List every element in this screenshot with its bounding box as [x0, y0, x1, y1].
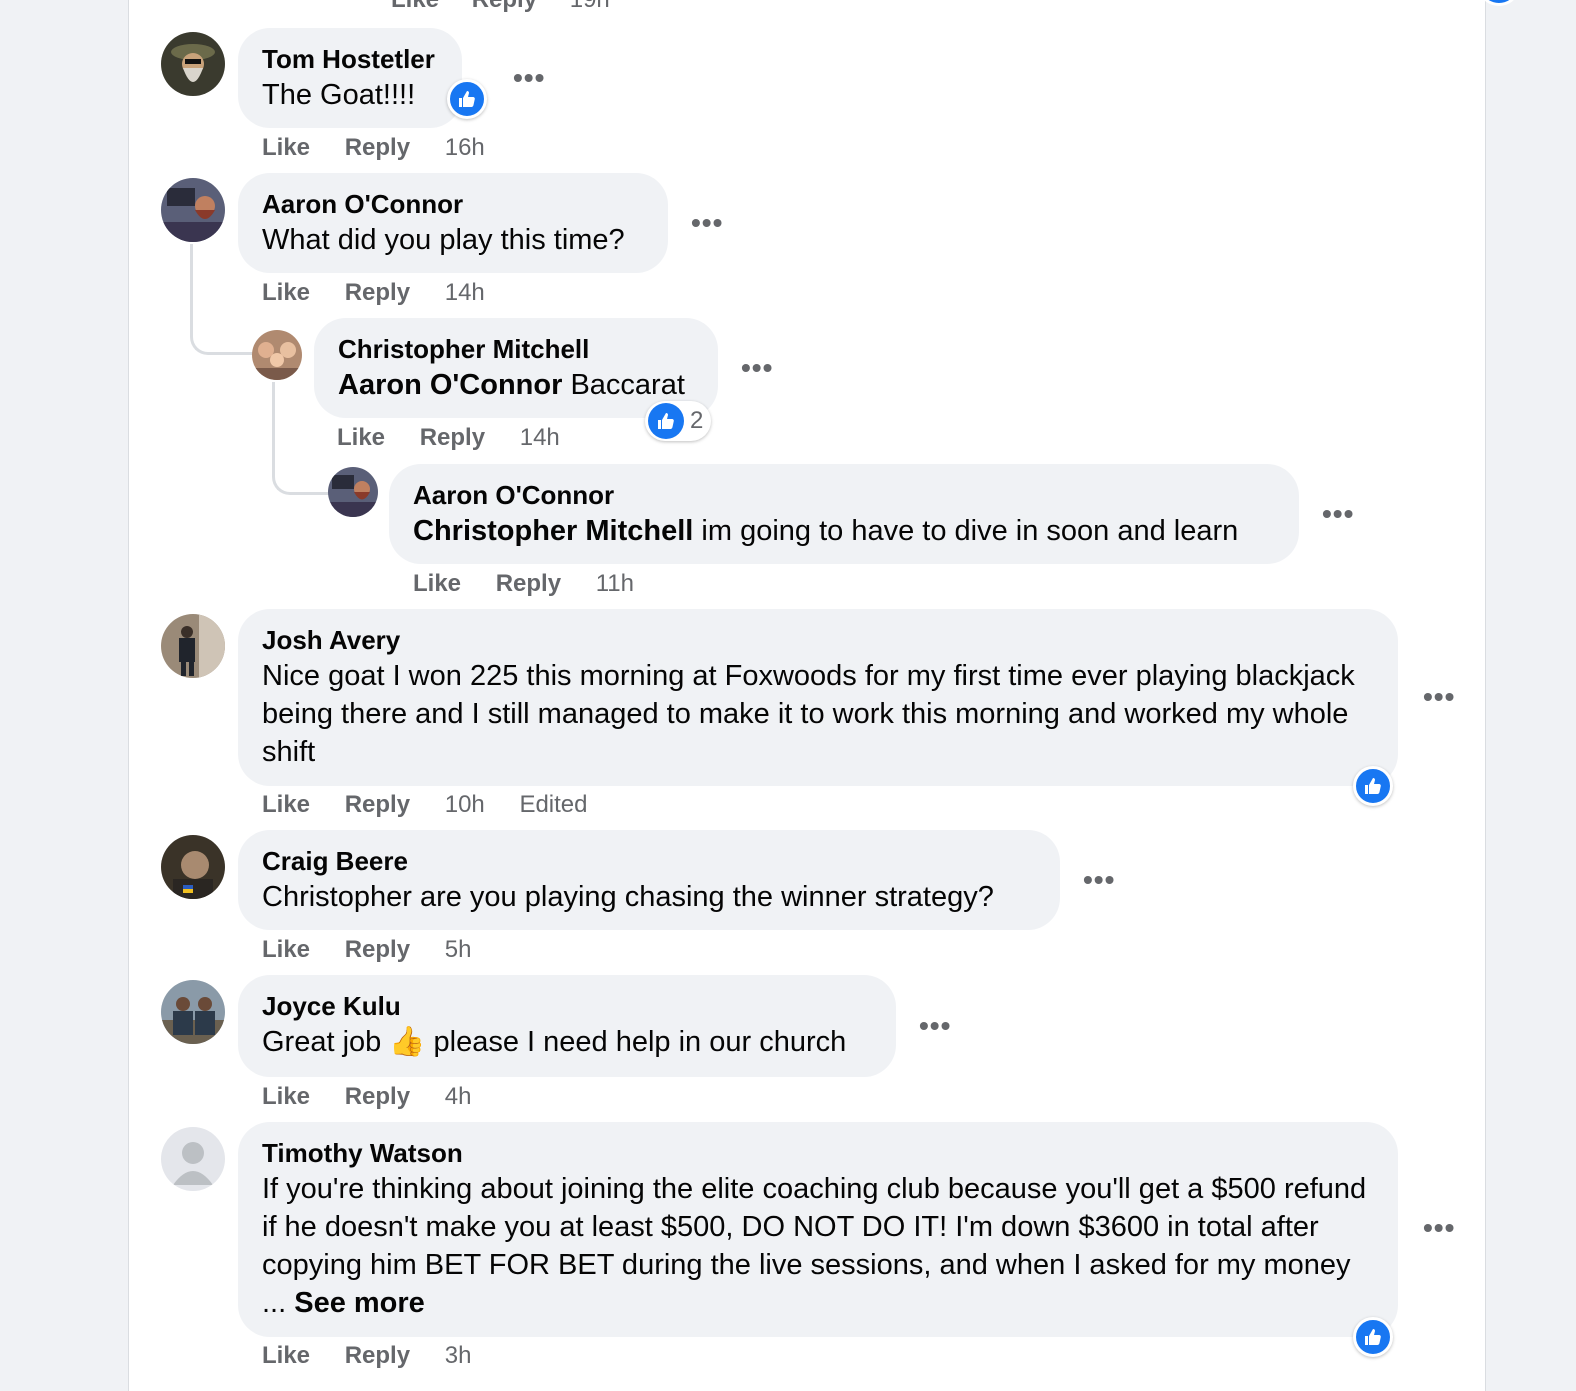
- more-options-button[interactable]: •••: [741, 352, 773, 384]
- more-options-button[interactable]: •••: [1322, 498, 1354, 530]
- more-options-button[interactable]: •••: [513, 62, 545, 94]
- mention-link[interactable]: Aaron O'Connor: [338, 369, 562, 401]
- like-link[interactable]: Like: [391, 0, 439, 13]
- timestamp: 11h: [595, 570, 634, 597]
- timestamp: 4h: [444, 1083, 472, 1110]
- like-link[interactable]: Like: [262, 936, 310, 963]
- more-options-button[interactable]: •••: [1083, 864, 1115, 896]
- reply-link[interactable]: Reply: [345, 279, 410, 306]
- timestamp: 14h: [519, 424, 560, 451]
- like-link[interactable]: Like: [262, 1342, 310, 1369]
- comment-author[interactable]: Josh Avery: [262, 623, 1374, 657]
- avatar[interactable]: [161, 178, 225, 242]
- comment-text: Nice goat I won 225 this morning at Foxw…: [262, 660, 1355, 768]
- comment-actions: Like Reply 10h Edited: [262, 791, 588, 819]
- comment-actions: Like Reply 3h: [262, 1342, 471, 1370]
- comment-text: What did you play this time?: [262, 224, 625, 256]
- reaction-count: 2: [690, 407, 704, 434]
- avatar-photo-icon: [252, 330, 302, 380]
- comment-actions: Like Reply 11h: [413, 570, 634, 598]
- comment-author[interactable]: Timothy Watson: [262, 1136, 1374, 1170]
- comment-text: Christopher are you playing chasing the …: [262, 881, 994, 913]
- like-reaction-icon[interactable]: [1481, 0, 1517, 6]
- more-options-button[interactable]: •••: [1423, 681, 1455, 713]
- reply-link[interactable]: Reply: [345, 936, 410, 963]
- comment-author[interactable]: Aaron O'Connor: [413, 478, 1275, 512]
- reply-link[interactable]: Reply: [345, 791, 410, 818]
- avatar[interactable]: [161, 835, 225, 899]
- comment-text: If you're thinking about joining the eli…: [262, 1173, 1367, 1319]
- avatar[interactable]: [252, 330, 302, 380]
- more-options-button[interactable]: •••: [1423, 1212, 1455, 1244]
- comment-bubble: Tom Hostetler The Goat!!!!: [238, 28, 462, 128]
- comment-actions: Like Reply 5h: [262, 936, 471, 964]
- reply-link[interactable]: Reply: [496, 570, 561, 597]
- like-link[interactable]: Like: [262, 1083, 310, 1110]
- like-link[interactable]: Like: [413, 570, 461, 597]
- reply-link[interactable]: Reply: [345, 1083, 410, 1110]
- avatar-photo-icon: [328, 467, 378, 517]
- comment-author[interactable]: Joyce Kulu: [262, 989, 872, 1023]
- avatar[interactable]: [161, 32, 225, 96]
- reply-link[interactable]: Reply: [345, 1342, 410, 1369]
- reply-link[interactable]: Reply: [472, 0, 537, 13]
- like-reaction-icon: [648, 403, 684, 439]
- comment-bubble: Joyce Kulu Great job 👍 please I need hel…: [238, 975, 896, 1077]
- comment-text: im going to have to dive in soon and lea…: [693, 515, 1239, 547]
- comment-actions: Like Reply 16h: [262, 134, 485, 162]
- comment-author[interactable]: Craig Beere: [262, 844, 1036, 878]
- comments-panel: Like Reply 19h Tom Hostetler The Goat!!!…: [128, 0, 1517, 1391]
- like-link[interactable]: Like: [262, 279, 310, 306]
- like-link[interactable]: Like: [262, 791, 310, 818]
- comment-author[interactable]: Aaron O'Connor: [262, 187, 644, 221]
- comment-bubble: Josh Avery Nice goat I won 225 this morn…: [238, 609, 1398, 786]
- avatar-photo-icon: [161, 178, 225, 242]
- comment-text: Baccarat: [562, 369, 685, 401]
- comment-bubble: Timothy Watson If you're thinking about …: [238, 1122, 1398, 1337]
- avatar-photo-icon: [161, 32, 225, 96]
- comment-author[interactable]: Tom Hostetler: [262, 42, 438, 76]
- timestamp: 16h: [444, 134, 485, 161]
- see-more-link[interactable]: See more: [294, 1287, 425, 1319]
- avatar[interactable]: [328, 467, 378, 517]
- like-link[interactable]: Like: [262, 134, 310, 161]
- avatar[interactable]: [161, 614, 225, 678]
- comment-actions: Like Reply 14h: [337, 424, 560, 452]
- avatar[interactable]: [161, 1127, 225, 1191]
- edited-label[interactable]: Edited: [519, 791, 587, 818]
- timestamp: 5h: [444, 936, 472, 963]
- reaction-summary[interactable]: 2: [645, 401, 712, 441]
- avatar-photo-icon: [161, 835, 225, 899]
- default-avatar-icon: [161, 1127, 225, 1191]
- comment-actions: Like Reply 4h: [262, 1083, 471, 1111]
- comment-text: Great job: [262, 1026, 390, 1058]
- comment-author[interactable]: Christopher Mitchell: [338, 332, 694, 366]
- timestamp: 3h: [444, 1342, 472, 1369]
- timestamp: 14h: [444, 279, 485, 306]
- like-link[interactable]: Like: [337, 424, 385, 451]
- comment-actions: Like Reply 14h: [262, 279, 485, 307]
- timestamp: 10h: [444, 791, 485, 818]
- more-options-button[interactable]: •••: [691, 207, 723, 239]
- reply-link[interactable]: Reply: [345, 134, 410, 161]
- thumbs-up-emoji-icon: 👍: [389, 1026, 426, 1058]
- thread-connector: [190, 244, 253, 355]
- reply-link[interactable]: Reply: [420, 424, 485, 451]
- comment-text: please I need help in our church: [425, 1026, 847, 1058]
- avatar-photo-icon: [161, 614, 225, 678]
- comment-bubble: Aaron O'Connor What did you play this ti…: [238, 173, 668, 273]
- timestamp: 19h: [570, 0, 610, 13]
- more-options-button[interactable]: •••: [919, 1010, 951, 1042]
- like-reaction-icon[interactable]: [1353, 766, 1393, 806]
- like-reaction-icon[interactable]: [447, 79, 487, 119]
- comment-bubble: Craig Beere Christopher are you playing …: [238, 830, 1060, 930]
- like-reaction-icon[interactable]: [1353, 1317, 1393, 1357]
- avatar-photo-icon: [161, 980, 225, 1044]
- previous-comment-actions: Like Reply 19h: [391, 0, 636, 14]
- comment-text: The Goat!!!!: [262, 79, 416, 111]
- reply-bubble: Aaron O'Connor Christopher Mitchell im g…: [389, 464, 1299, 564]
- avatar[interactable]: [161, 980, 225, 1044]
- mention-link[interactable]: Christopher Mitchell: [413, 515, 693, 547]
